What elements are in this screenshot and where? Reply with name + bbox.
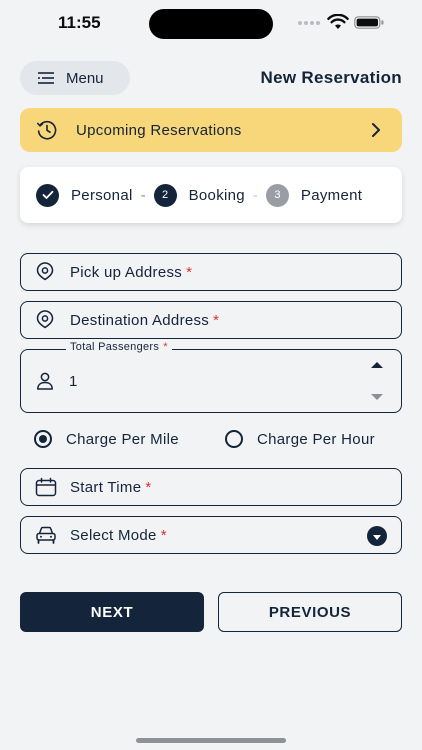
charge-per-mile-option[interactable]: Charge Per Mile: [34, 430, 179, 448]
pickup-address-field[interactable]: Pick up Address *: [20, 253, 402, 291]
status-time: 11:55: [58, 13, 101, 32]
charge-per-hour-option[interactable]: Charge Per Hour: [225, 430, 375, 448]
select-mode-dropdown[interactable]: Select Mode *: [20, 516, 402, 554]
decrement-arrow-icon[interactable]: [371, 394, 383, 400]
status-bar: 11:55: [0, 0, 422, 48]
location-pin-icon: [36, 310, 54, 329]
radio-unselected[interactable]: [225, 430, 243, 448]
destination-address-field[interactable]: Destination Address *: [20, 301, 402, 339]
upcoming-reservations-label: Upcoming Reservations: [76, 121, 242, 139]
destination-address-label: Destination Address *: [70, 311, 220, 329]
car-icon: [36, 526, 56, 544]
step-booking-label: Booking: [188, 186, 245, 204]
calendar-icon: [35, 477, 57, 497]
increment-arrow-icon[interactable]: [371, 362, 383, 368]
home-indicator: [136, 738, 286, 743]
step-payment-label: Payment: [300, 186, 363, 204]
clock-history-icon: [37, 121, 57, 140]
chevron-right-icon: [372, 123, 380, 137]
select-mode-label: Select Mode *: [70, 526, 167, 544]
step-separator: -: [140, 186, 146, 204]
step-separator: -: [252, 186, 258, 204]
total-passengers-legend: Total Passengers *: [66, 341, 172, 353]
step-personal-check-icon: [36, 183, 59, 207]
progress-stepper: Personal - 2 Booking - 3 Payment: [20, 167, 402, 223]
person-icon: [37, 372, 53, 390]
start-time-field[interactable]: Start Time *: [20, 468, 402, 506]
passengers-value: 1: [69, 373, 78, 390]
menu-button[interactable]: Menu: [20, 61, 130, 95]
wifi-icon: [327, 14, 349, 29]
radio-selected[interactable]: [34, 430, 52, 448]
dropdown-caret-icon[interactable]: [367, 526, 387, 546]
page-title: New Reservation: [260, 68, 402, 87]
step-payment-number: 3: [265, 183, 289, 207]
pickup-address-label: Pick up Address *: [70, 263, 193, 281]
dynamic-island: [149, 9, 273, 39]
step-personal-label: Personal: [71, 186, 133, 204]
charge-per-hour-label: Charge Per Hour: [257, 430, 375, 448]
upcoming-reservations-button[interactable]: Upcoming Reservations: [20, 108, 402, 152]
next-button[interactable]: NEXT: [20, 592, 204, 632]
menu-lines-icon: [38, 72, 54, 84]
previous-button[interactable]: PREVIOUS: [218, 592, 402, 632]
total-passengers-field[interactable]: Total Passengers * 1: [20, 341, 402, 413]
cellular-signal-icon: [298, 21, 320, 25]
start-time-label: Start Time *: [70, 478, 152, 496]
location-pin-icon: [36, 262, 54, 281]
charge-per-mile-label: Charge Per Mile: [66, 430, 179, 448]
menu-label: Menu: [66, 69, 104, 87]
battery-icon: [354, 16, 384, 29]
step-booking-number: 2: [153, 183, 177, 207]
